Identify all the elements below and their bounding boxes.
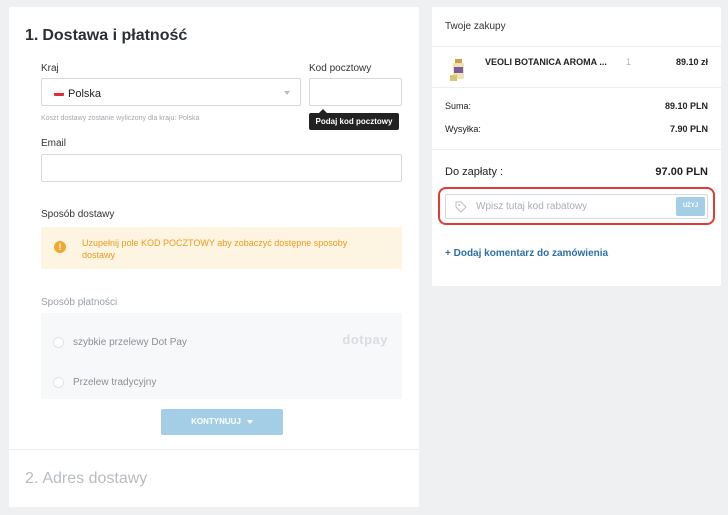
order-summary-panel: Twoje zakupy VEOLI BOTANICA AROMA ... 1 … xyxy=(432,7,721,286)
step-1-title: Dostawa i płatność xyxy=(42,27,188,44)
promo-code-input[interactable]: Wpisz tutaj kod rabatowy UŻYJ xyxy=(445,194,708,219)
payment-options: szybkie przelewy Dot Pay dotpay Przelew … xyxy=(41,313,402,399)
delivery-warning-text: Uzupełnij pole KOD POCZTOWY aby zobaczyć… xyxy=(82,238,348,260)
product-thumbnail xyxy=(450,59,464,81)
summary-divider xyxy=(432,149,721,150)
postal-code-input[interactable] xyxy=(309,78,402,106)
country-label: Kraj xyxy=(41,63,59,74)
dotpay-logo: dotpay xyxy=(342,332,388,347)
product-name[interactable]: VEOLI BOTANICA AROMA ... xyxy=(485,57,607,67)
country-value: Polska xyxy=(68,88,102,100)
payment-radio-dotpay[interactable] xyxy=(53,337,64,348)
caret-down-icon xyxy=(246,419,253,424)
chevron-down-icon xyxy=(284,91,290,95)
apply-promo-button[interactable]: UŻYJ xyxy=(676,197,705,216)
shipping-value: 7.90 PLN xyxy=(669,124,708,134)
add-comment-link[interactable]: + Dodaj komentarz do zamówienia xyxy=(445,248,608,259)
step-2-number: 2. xyxy=(25,470,39,487)
summary-divider xyxy=(432,87,721,88)
product-price: 89.10 zł xyxy=(675,57,708,67)
shipping-country-hint: Koszt dostawy zostanie wyliczony dla kra… xyxy=(41,115,200,122)
payment-option-transfer-label[interactable]: Przelew tradycyjny xyxy=(73,377,156,388)
warning-icon: ! xyxy=(54,241,66,253)
delivery-method-label: Sposób dostawy xyxy=(41,209,115,220)
postal-code-label: Kod pocztowy xyxy=(309,63,372,74)
poland-flag-icon xyxy=(54,90,64,96)
tag-icon xyxy=(455,201,467,213)
summary-title: Twoje zakupy xyxy=(445,21,506,32)
total-value: 97.00 PLN xyxy=(655,166,708,178)
payment-radio-transfer[interactable] xyxy=(53,377,64,388)
sum-value: 89.10 PLN xyxy=(664,101,708,111)
promo-placeholder: Wpisz tutaj kod rabatowy xyxy=(476,201,588,212)
continue-button[interactable]: KONTYNUUJ xyxy=(161,409,283,435)
shipping-label: Wysyłka: xyxy=(445,124,481,134)
step-2-heading[interactable]: 2. Adres dostawy xyxy=(25,470,151,488)
payment-method-label: Sposób płatności xyxy=(41,297,118,308)
payment-option-dotpay-label[interactable]: szybkie przelewy Dot Pay xyxy=(73,337,187,348)
step-1-number: 1. xyxy=(25,27,39,44)
sum-label: Suma: xyxy=(445,101,472,111)
summary-divider xyxy=(432,46,721,47)
step-2-title: Adres dostawy xyxy=(42,470,148,487)
checkout-form-panel: 1. Dostawa i płatność Kraj Polska Kod poc… xyxy=(9,7,419,507)
delivery-warning: ! Uzupełnij pole KOD POCZTOWY aby zobacz… xyxy=(41,227,402,269)
email-label: Email xyxy=(41,138,67,149)
postal-code-tooltip: Podaj kod pocztowy xyxy=(309,109,399,130)
step-1-heading: 1. Dostawa i płatność xyxy=(25,27,191,45)
product-quantity: 1 xyxy=(626,57,632,67)
section-divider xyxy=(9,449,419,450)
continue-button-label: KONTYNUUJ xyxy=(191,417,241,426)
total-label: Do zapłaty : xyxy=(445,166,504,178)
country-select[interactable]: Polska xyxy=(41,78,301,106)
email-input[interactable] xyxy=(41,154,402,182)
